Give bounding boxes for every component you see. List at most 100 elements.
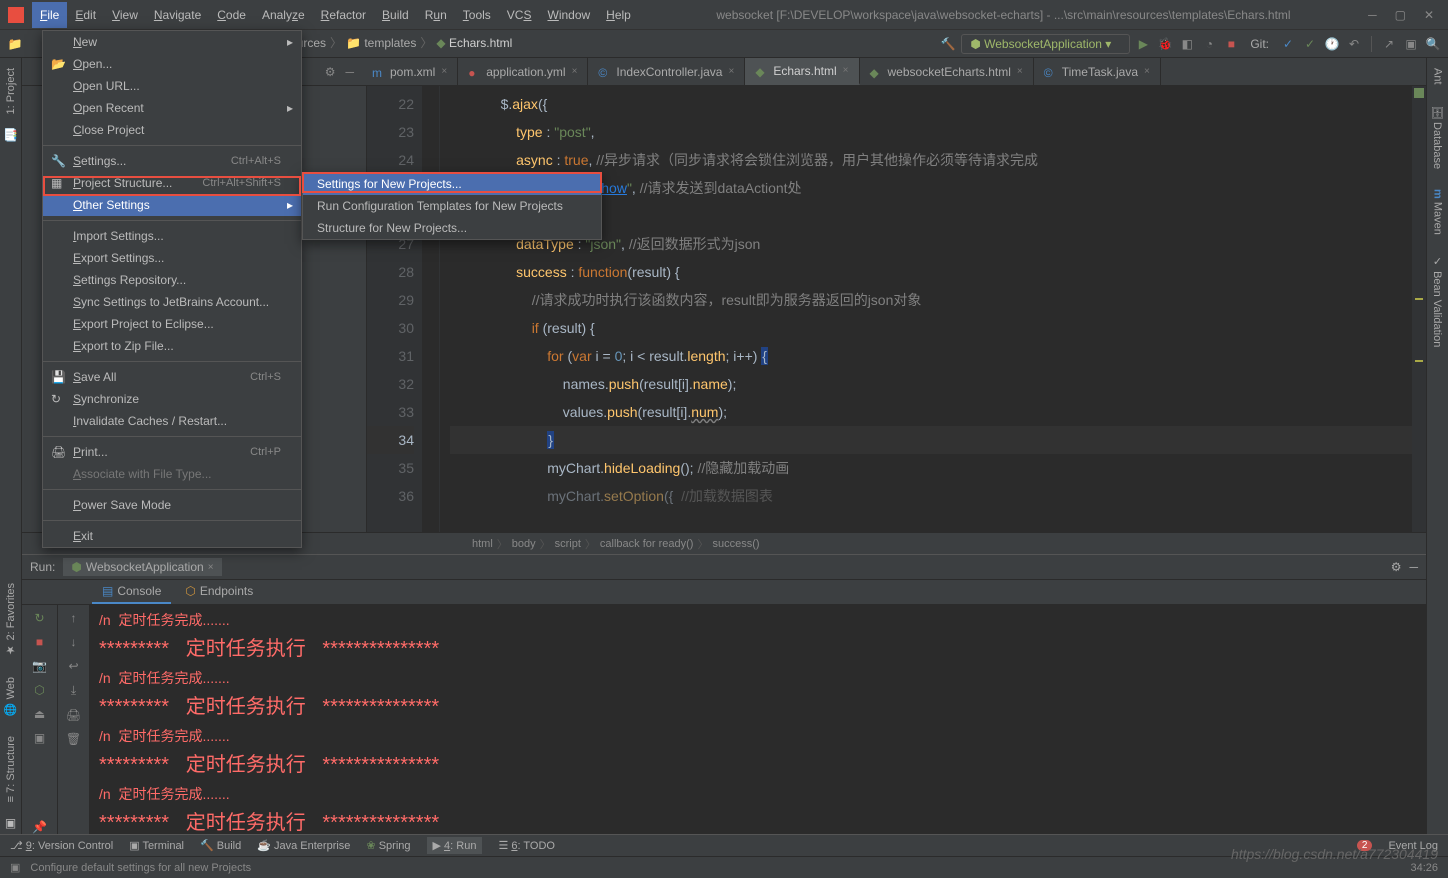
menu-item[interactable]: Associate with File Type... — [43, 463, 301, 485]
menu-build[interactable]: Build — [374, 2, 417, 28]
menu-code[interactable]: Code — [209, 2, 254, 28]
console-tab[interactable]: ▤ Console — [92, 580, 171, 604]
submenu-item[interactable]: Run Configuration Templates for New Proj… — [303, 195, 601, 217]
menu-item[interactable]: Export Project to Eclipse... — [43, 313, 301, 335]
tool-maven[interactable]: m Maven — [1430, 183, 1446, 241]
editor-tab[interactable]: ©TimeTask.java× — [1034, 58, 1161, 85]
menu-item[interactable]: Open Recent▸ — [43, 97, 301, 119]
pin-icon[interactable]: 📌 — [32, 820, 47, 834]
ide-settings-icon[interactable]: ↗ — [1380, 35, 1398, 53]
stop-icon[interactable]: ■ — [1222, 35, 1240, 53]
tool-vcs[interactable]: ⎇ 9: Version Control — [10, 839, 113, 852]
clear-icon[interactable]: 🗑 — [66, 732, 81, 746]
menu-item[interactable]: Other Settings▸ — [43, 194, 301, 216]
tool-todo[interactable]: ☰ 6: TODO — [498, 839, 555, 852]
code-editor[interactable]: 222324252627282930313233343536 $.ajax({ … — [367, 86, 1426, 532]
menu-item[interactable]: 💾Save AllCtrl+S — [43, 366, 301, 388]
exit-icon[interactable]: ⏏ — [34, 707, 45, 721]
thread-dump-icon[interactable]: ⬡ — [34, 683, 44, 697]
git-commit-icon[interactable]: ✓ — [1301, 35, 1319, 53]
menu-item[interactable]: Power Save Mode — [43, 494, 301, 516]
editor-scrollbar[interactable] — [1412, 86, 1426, 532]
scroll-end-icon[interactable]: ⤓ — [71, 683, 76, 698]
tool-web[interactable]: 🌐 Web — [2, 671, 19, 722]
menu-item[interactable]: 📂Open... — [43, 53, 301, 75]
menu-item[interactable]: Open URL... — [43, 75, 301, 97]
up-icon[interactable]: ↑ — [71, 611, 77, 625]
caret-position[interactable]: 34:26 — [1410, 862, 1438, 874]
stop-icon[interactable]: ■ — [36, 635, 43, 649]
tool-favorites[interactable]: ★ 2: Favorites — [2, 577, 19, 663]
crumb[interactable]: html — [472, 538, 493, 550]
close-icon[interactable]: ✕ — [1424, 8, 1434, 22]
print-icon[interactable]: 🖨 — [66, 708, 81, 722]
minimize-icon[interactable]: ─ — [1368, 8, 1377, 22]
tool-run[interactable]: ▶ 4: Run — [427, 837, 483, 854]
tool-structure[interactable]: ≡ 7: Structure — [3, 730, 19, 808]
hide-icon[interactable]: ─ — [1409, 560, 1418, 574]
tool-terminal[interactable]: ▣ Terminal — [129, 839, 184, 852]
editor-tab[interactable]: ◆Echars.html× — [745, 58, 859, 85]
crumb-current[interactable]: ◆ Echars.html — [436, 36, 512, 50]
soft-wrap-icon[interactable]: ↩ — [68, 659, 78, 673]
menu-item[interactable]: Settings Repository... — [43, 269, 301, 291]
gear-icon[interactable]: ⚙ — [1391, 560, 1402, 574]
search-everywhere-icon[interactable]: 🔍 — [1424, 35, 1442, 53]
menu-edit[interactable]: Edit — [67, 2, 104, 28]
submenu-item[interactable]: Settings for New Projects... — [303, 173, 601, 195]
menu-tools[interactable]: Tools — [455, 2, 499, 28]
tool-spring[interactable]: ❀ Spring — [366, 839, 410, 852]
menu-window[interactable]: Window — [539, 2, 598, 28]
tool-database[interactable]: 🗄 Database — [1429, 99, 1446, 175]
console-output[interactable]: /n 定时任务完成.......********* 定时任务执行 *******… — [89, 605, 1426, 834]
maximize-icon[interactable]: ▢ — [1395, 8, 1406, 22]
crumb[interactable]: success() — [712, 538, 759, 550]
gear-icon[interactable]: ⚙ — [325, 65, 336, 79]
tool-window-toggle-icon[interactable]: ▣ — [10, 861, 20, 874]
menu-vcs[interactable]: VCS — [499, 2, 540, 28]
bookmark-icon[interactable]: 📑 — [3, 128, 18, 142]
ide-window-icon[interactable]: ▣ — [1402, 35, 1420, 53]
git-history-icon[interactable]: 🕐 — [1323, 35, 1341, 53]
camera-icon[interactable]: 📷 — [32, 659, 47, 673]
menu-view[interactable]: View — [104, 2, 146, 28]
git-update-icon[interactable]: ✓ — [1279, 35, 1297, 53]
endpoints-tab[interactable]: ⬡ Endpoints — [175, 580, 263, 604]
run-config-selector[interactable]: ⬢ WebsocketApplication ▾ — [961, 34, 1130, 54]
menu-navigate[interactable]: Navigate — [146, 2, 209, 28]
tool-bean-validation[interactable]: ✓ Bean Validation — [1429, 249, 1446, 353]
down-icon[interactable]: ↓ — [71, 635, 77, 649]
tool-project[interactable]: 1: Project — [3, 62, 19, 120]
menu-item[interactable]: Close Project — [43, 119, 301, 141]
menu-item[interactable]: New▸ — [43, 31, 301, 53]
layout-icon[interactable]: ▣ — [34, 731, 45, 745]
menu-analyze[interactable]: Analyze — [254, 2, 313, 28]
editor-tab[interactable]: mpom.xml× — [362, 58, 458, 85]
menu-item[interactable]: 🔧Settings...Ctrl+Alt+S — [43, 150, 301, 172]
menu-file[interactable]: File — [32, 2, 67, 28]
collapse-icon[interactable]: ─ — [345, 65, 354, 79]
fold-column[interactable] — [422, 86, 440, 532]
menu-item[interactable]: Exit — [43, 525, 301, 547]
run-config-tab[interactable]: ⬢ WebsocketApplication × — [63, 558, 221, 576]
run-icon[interactable]: ▶ — [1134, 35, 1152, 53]
tool-build[interactable]: 🔨 Build — [200, 839, 241, 852]
menu-item[interactable]: 🖨Print...Ctrl+P — [43, 441, 301, 463]
code-content[interactable]: $.ajax({ type : "post", async : true, //… — [440, 86, 1412, 532]
menu-help[interactable]: Help — [598, 2, 639, 28]
menu-refactor[interactable]: Refactor — [313, 2, 374, 28]
tool-ant[interactable]: Ant — [1430, 62, 1446, 91]
menu-item[interactable]: Sync Settings to JetBrains Account... — [43, 291, 301, 313]
project-icon[interactable]: 📁 — [6, 35, 24, 53]
debug-icon[interactable]: 🐞 — [1156, 35, 1174, 53]
menu-item[interactable]: Export Settings... — [43, 247, 301, 269]
git-rollback-icon[interactable]: ↶ — [1345, 35, 1363, 53]
coverage-icon[interactable]: ◧ — [1178, 35, 1196, 53]
editor-tab[interactable]: ●application.yml× — [458, 58, 588, 85]
menu-item[interactable]: Export to Zip File... — [43, 335, 301, 357]
menu-item[interactable]: ▦Project Structure...Ctrl+Alt+Shift+S — [43, 172, 301, 194]
crumb[interactable]: callback for ready() — [600, 538, 694, 550]
corner-icon[interactable]: ▣ — [5, 816, 16, 830]
editor-tab[interactable]: ©IndexController.java× — [588, 58, 745, 85]
menu-item[interactable]: ↻Synchronize — [43, 388, 301, 410]
